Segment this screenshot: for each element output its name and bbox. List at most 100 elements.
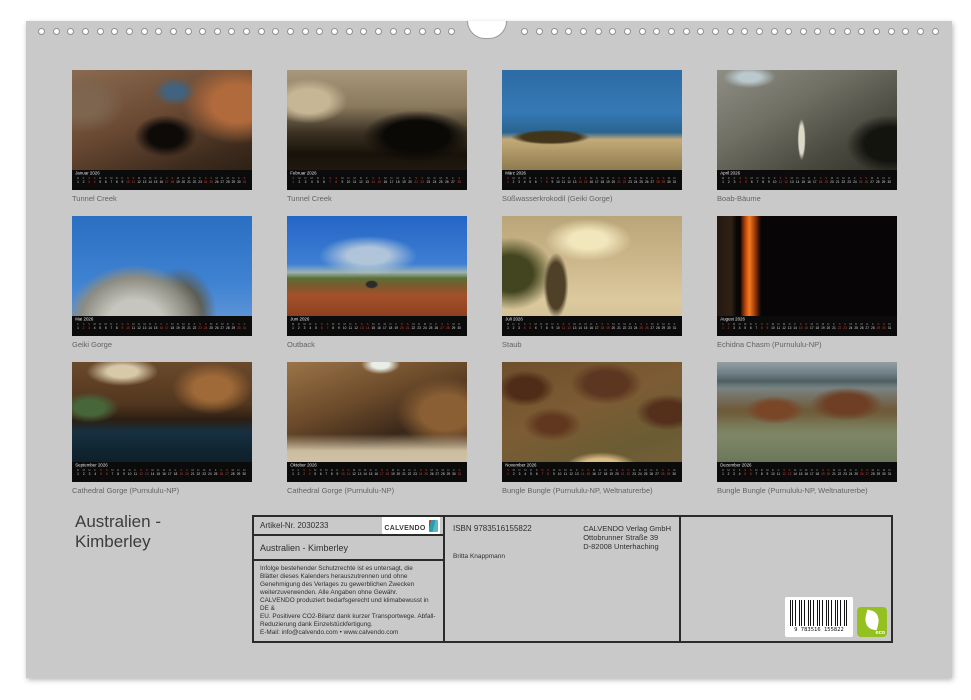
month-caption: Outback — [287, 340, 467, 349]
month-thumbnail: Oktober 2026 D1F2S3S4M5D6M7D8F9S10S11M12… — [287, 362, 467, 495]
mini-day-grid: S1S2M3D4M5D6F7S8S9M10D11M12D13F14S15S16M… — [720, 323, 892, 330]
month-photo: Februar 2026 S1M2D3M4D5F6S7S8M9D10M11D12… — [287, 70, 467, 190]
info-left-column: Artikel-Nr. 2030233 CALVENDO Australien … — [254, 517, 445, 641]
month-caption: Echidna Chasm (Purnululu-NP) — [717, 340, 897, 349]
binding-hole — [419, 28, 426, 35]
month-caption: Süßwasserkrokodil (Geiki Gorge) — [502, 194, 682, 203]
binding-hole — [38, 28, 45, 35]
mini-day-cell: M30 — [671, 469, 677, 476]
barcode-bars — [790, 600, 848, 626]
binding-hole — [829, 28, 836, 35]
binding-hole — [712, 28, 719, 35]
month-caption: Cathedral Gorge (Purnululu-NP) — [287, 486, 467, 495]
binding-hole — [683, 28, 690, 35]
binding-hole — [639, 28, 646, 35]
leaf-icon — [863, 610, 881, 631]
mini-day-cell: D30 — [456, 323, 462, 330]
binding-hole — [141, 28, 148, 35]
month-photo: November 2026 S1M2D3M4D5F6S7S8M9D10M11D1… — [502, 362, 682, 482]
barcode-digits: 9 783516 155822 — [785, 626, 853, 634]
month-thumbnail: März 2026 S1M2D3M4D5F6S7S8M9D10M11D12F13… — [502, 70, 682, 203]
month-label: Januar 2026 — [75, 171, 252, 176]
month-thumbnail: Dezember 2026 D1M2D3F4S5S6M7D8M9D10F11S1… — [717, 362, 897, 495]
mini-calendar-content: Juli 2026 M1D2F3S4S5M6D7M8D9F10S11S12M13… — [502, 316, 682, 336]
binding-hole — [858, 28, 865, 35]
binding-hole — [551, 28, 558, 35]
mini-calendar-strip: Januar 2026 D1F2S3S4M5D6M7D8F9S10S11M12D… — [72, 170, 252, 190]
mini-day-grid: S1M2D3M4D5F6S7S8M9D10M11D12F13S14S15M16D… — [290, 177, 462, 184]
binding-hole — [844, 28, 851, 35]
binding-hole — [82, 28, 89, 35]
binding-hole — [170, 28, 177, 35]
mini-day-grid: F1S2S3M4D5M6D7F8S9S10M11D12M13D14F15S16S… — [75, 323, 247, 330]
binding-hole — [375, 28, 382, 35]
mini-day-grid: S1M2D3M4D5F6S7S8M9D10M11D12F13S14S15M16D… — [505, 469, 677, 476]
month-label: Februar 2026 — [290, 171, 467, 176]
product-title: Australien - Kimberley — [260, 543, 348, 553]
mini-day-cell: M30 — [241, 469, 247, 476]
binding-hole — [331, 28, 338, 35]
binding-hole — [917, 28, 924, 35]
month-photo: September 2026 D1M2D3F4S5S6M7D8M9D10F11S… — [72, 362, 252, 482]
month-label: August 2026 — [720, 317, 897, 322]
month-thumbnail: April 2026 M1D2F3S4S5M6D7M8D9F10S11S12M1… — [717, 70, 897, 203]
month-photo: Juli 2026 M1D2F3S4S5M6D7M8D9F10S11S12M13… — [502, 216, 682, 336]
binding-hole — [302, 28, 309, 35]
month-thumbnail: Juni 2026 M1D2M3D4F5S6S7M8D9M10D11F12S13… — [287, 216, 467, 349]
binding-hole — [873, 28, 880, 35]
month-label: März 2026 — [505, 171, 682, 176]
mini-calendar-content: April 2026 M1D2F3S4S5M6D7M8D9F10S11S12M1… — [717, 170, 897, 190]
binding-hole — [565, 28, 572, 35]
month-label: Juni 2026 — [290, 317, 467, 322]
binding-hole — [521, 28, 528, 35]
binding-hole — [199, 28, 206, 35]
mini-calendar-strip: Oktober 2026 D1F2S3S4M5D6M7D8F9S10S11M12… — [287, 462, 467, 482]
mini-day-cell: M31 — [887, 323, 893, 330]
binding-hole — [580, 28, 587, 35]
month-caption: Bungle Bungle (Purnululu-NP, Weltnaturer… — [717, 486, 897, 495]
legal-text: Infolge bestehender Schutzrechte ist es … — [254, 561, 443, 641]
binding-hole — [390, 28, 397, 35]
month-thumbnail: Januar 2026 D1F2S3S4M5D6M7D8F9S10S11M12D… — [72, 70, 252, 203]
mini-day-grid: D1M2D3F4S5S6M7D8M9D10F11S12S13M14D15M16D… — [75, 469, 247, 476]
month-thumbnail: September 2026 D1M2D3F4S5S6M7D8M9D10F11S… — [72, 362, 252, 495]
mini-day-cell: D31 — [887, 469, 893, 476]
binding-hole — [316, 28, 323, 35]
binding-hole — [697, 28, 704, 35]
binding-hole — [756, 28, 763, 35]
mini-calendar-strip: Februar 2026 S1M2D3M4D5F6S7S8M9D10M11D12… — [287, 170, 467, 190]
month-label: September 2026 — [75, 463, 252, 468]
mini-day-grid: M1D2F3S4S5M6D7M8D9F10S11S12M13D14M15D16F… — [720, 177, 892, 184]
binding-hole — [243, 28, 250, 35]
calvendo-logo: CALVENDO — [382, 517, 440, 534]
month-caption: Tunnel Creek — [72, 194, 252, 203]
mini-calendar-strip: September 2026 D1M2D3F4S5S6M7D8M9D10F11S… — [72, 462, 252, 482]
mini-calendar-strip: März 2026 S1M2D3M4D5F6S7S8M9D10M11D12F13… — [502, 170, 682, 190]
month-photo: Mai 2026 F1S2S3M4D5M6D7F8S9S10M11D12M13D… — [72, 216, 252, 336]
month-thumbnail: Juli 2026 M1D2F3S4S5M6D7M8D9F10S11S12M13… — [502, 216, 682, 349]
isbn-author-block: ISBN 9783516155822 Britta Knappmann — [453, 524, 575, 634]
binding-hole — [404, 28, 411, 35]
month-thumbnail: Februar 2026 S1M2D3M4D5F6S7S8M9D10M11D12… — [287, 70, 467, 203]
month-thumbnail: November 2026 S1M2D3M4D5F6S7S8M9D10M11D1… — [502, 362, 682, 495]
mini-calendar-strip: April 2026 M1D2F3S4S5M6D7M8D9F10S11S12M1… — [717, 170, 897, 190]
isbn-barcode: 9 783516 155822 — [785, 597, 853, 637]
binding-hole — [741, 28, 748, 35]
month-photo: Januar 2026 D1F2S3S4M5D6M7D8F9S10S11M12D… — [72, 70, 252, 190]
mini-day-cell: D30 — [886, 177, 892, 184]
month-caption: Staub — [502, 340, 682, 349]
mini-day-cell: D31 — [672, 177, 678, 184]
binding-hole — [111, 28, 118, 35]
binding-hole — [126, 28, 133, 35]
binding-hole — [346, 28, 353, 35]
publisher-address: CALVENDO Verlag GmbH Ottobrunner Straße … — [583, 524, 671, 634]
mini-day-grid: D1F2S3S4M5D6M7D8F9S10S11M12D13M14D15F16S… — [290, 469, 462, 476]
mini-calendar-content: Oktober 2026 D1F2S3S4M5D6M7D8F9S10S11M12… — [287, 462, 467, 482]
month-label: April 2026 — [720, 171, 897, 176]
mini-calendar-content: August 2026 S1S2M3D4M5D6F7S8S9M10D11M12D… — [717, 316, 897, 336]
mini-calendar-strip: Juli 2026 M1D2F3S4S5M6D7M8D9F10S11S12M13… — [502, 316, 682, 336]
month-label: November 2026 — [505, 463, 682, 468]
binding-hole — [595, 28, 602, 35]
calvendo-logo-text: CALVENDO — [384, 525, 425, 532]
binding-hole — [228, 28, 235, 35]
